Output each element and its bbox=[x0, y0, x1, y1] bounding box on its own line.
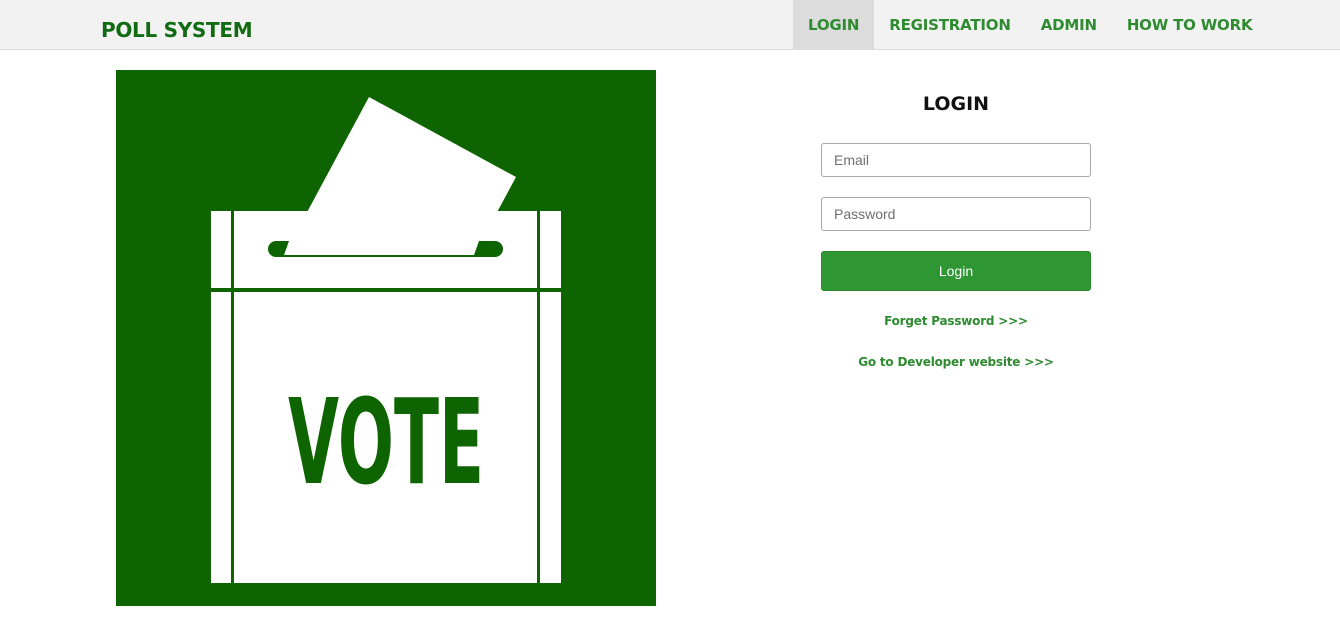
brand-logo-text[interactable]: POLL SYSTEM bbox=[101, 16, 253, 44]
vote-text: VOTE bbox=[288, 373, 484, 511]
box-lid-line bbox=[211, 288, 561, 292]
login-title: LOGIN bbox=[922, 93, 990, 115]
nav-item-login[interactable]: LOGIN bbox=[793, 0, 875, 49]
box-right-line bbox=[537, 211, 540, 583]
nav-item-registration[interactable]: REGISTRATION bbox=[874, 0, 1025, 49]
main-nav: LOGIN REGISTRATION ADMIN HOW TO WORK bbox=[793, 0, 1267, 49]
forget-password-link[interactable]: Forget Password >>> bbox=[821, 314, 1091, 328]
password-input[interactable] bbox=[821, 197, 1091, 231]
top-navbar: POLL SYSTEM LOGIN REGISTRATION ADMIN HOW… bbox=[0, 0, 1340, 50]
ballot-box-icon: VOTE bbox=[211, 97, 561, 583]
login-button[interactable]: Login bbox=[821, 251, 1091, 291]
box-left-line bbox=[231, 211, 234, 583]
email-input[interactable] bbox=[821, 143, 1091, 177]
nav-item-how-to-work[interactable]: HOW TO WORK bbox=[1112, 0, 1268, 49]
vote-ballot-image: VOTE bbox=[116, 70, 656, 606]
ballot-paper-in-slot bbox=[284, 241, 479, 255]
login-form: LOGIN Login Forget Password >>> Go to De… bbox=[821, 90, 1091, 369]
developer-website-link[interactable]: Go to Developer website >>> bbox=[821, 355, 1091, 369]
nav-item-admin[interactable]: ADMIN bbox=[1026, 0, 1112, 49]
